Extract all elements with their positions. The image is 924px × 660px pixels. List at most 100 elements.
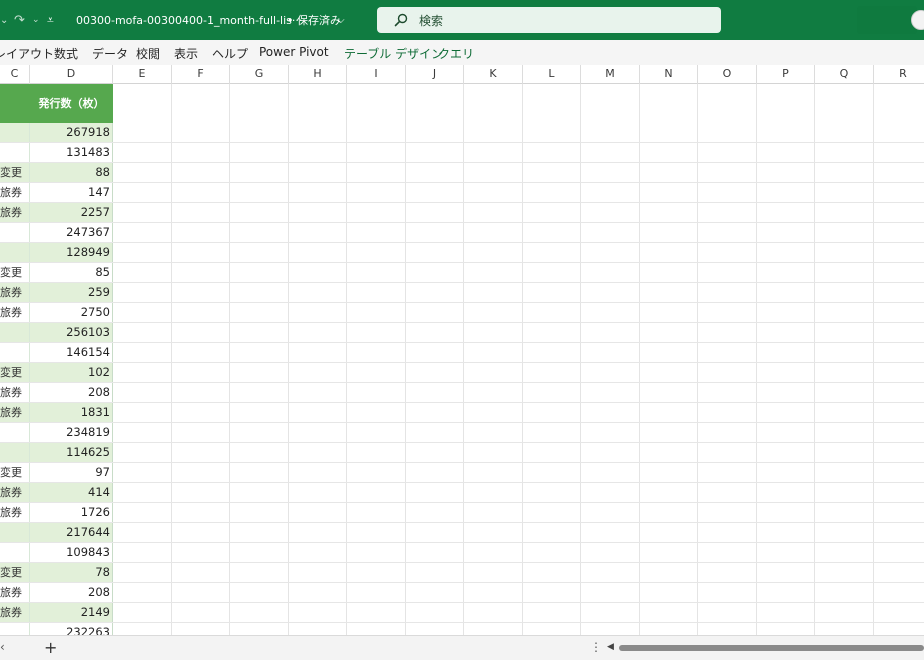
header-cell-issued-count[interactable]: 発行数（枚） xyxy=(30,84,113,123)
undo-dropdown-chevron-icon[interactable]: ⌄ xyxy=(0,0,12,40)
cell-c[interactable]: 変更 xyxy=(0,263,30,282)
cell-c[interactable]: 旅券 xyxy=(0,503,30,522)
tab-review[interactable]: 校閲 xyxy=(136,45,160,62)
cell-c[interactable]: 旅券 xyxy=(0,383,30,402)
add-sheet-button[interactable]: + xyxy=(44,638,60,657)
cell-d[interactable]: 102 xyxy=(30,363,113,382)
cell-d[interactable]: 147 xyxy=(30,183,113,202)
cell-d[interactable]: 2750 xyxy=(30,303,113,322)
column-header-e[interactable]: E xyxy=(113,65,172,84)
column-header-j[interactable]: J xyxy=(406,65,464,84)
titlebar-action-button[interactable] xyxy=(857,6,917,34)
cell-c[interactable] xyxy=(0,143,30,162)
cell-d[interactable]: 1726 xyxy=(30,503,113,522)
cell-c[interactable] xyxy=(0,223,30,242)
column-header-l[interactable]: L xyxy=(523,65,581,84)
more-options-icon[interactable]: ⋮ xyxy=(590,640,602,654)
tab-page-layout[interactable]: レイアウト xyxy=(0,45,54,62)
cell-d[interactable]: 232263 xyxy=(30,623,113,635)
quick-access-customize-icon[interactable]: ⩡ xyxy=(47,0,61,40)
cell-d[interactable]: 146154 xyxy=(30,343,113,362)
column-header-r[interactable]: R xyxy=(874,65,924,84)
cell-c[interactable]: 旅券 xyxy=(0,603,30,622)
cell-d[interactable]: 259 xyxy=(30,283,113,302)
cell-c[interactable]: 旅券 xyxy=(0,203,30,222)
column-header-o[interactable]: O xyxy=(698,65,757,84)
search-input[interactable]: 検索 xyxy=(377,7,721,33)
cell-d[interactable]: 78 xyxy=(30,563,113,582)
cell-c[interactable]: 変更 xyxy=(0,363,30,382)
cell-d[interactable]: 88 xyxy=(30,163,113,182)
cell-c[interactable] xyxy=(0,543,30,562)
column-header-h[interactable]: H xyxy=(289,65,347,84)
tab-formulas[interactable]: 数式 xyxy=(54,45,78,62)
cell-d[interactable]: 128949 xyxy=(30,243,113,262)
tab-data[interactable]: データ xyxy=(92,45,128,62)
cell-c[interactable] xyxy=(0,423,30,442)
save-status-chevron-icon[interactable]: ⌵ xyxy=(337,0,345,40)
tab-query[interactable]: クエリ xyxy=(438,45,474,62)
cell-c[interactable]: 変更 xyxy=(0,463,30,482)
cell-d[interactable]: 2257 xyxy=(30,203,113,222)
sheet-scroll-left-icon[interactable]: ‹ xyxy=(0,640,5,654)
cell-c[interactable]: 旅券 xyxy=(0,283,30,302)
table-row: 146154 xyxy=(0,343,924,363)
column-header-f[interactable]: F xyxy=(172,65,230,84)
redo-dropdown-chevron-icon[interactable]: ⌄ xyxy=(32,0,42,40)
cell-c[interactable] xyxy=(0,243,30,262)
cell-d[interactable]: 208 xyxy=(30,583,113,602)
cell-d[interactable]: 217644 xyxy=(30,523,113,542)
cell-d[interactable]: 1831 xyxy=(30,403,113,422)
cell-d[interactable]: 2149 xyxy=(30,603,113,622)
cell-c[interactable]: 変更 xyxy=(0,163,30,182)
table-row: 234819 xyxy=(0,423,924,443)
cell-c[interactable]: 旅券 xyxy=(0,183,30,202)
column-header-p[interactable]: P xyxy=(757,65,815,84)
column-header-n[interactable]: N xyxy=(640,65,698,84)
document-title[interactable]: 00300-mofa-00300400-1_month-full-lis··· xyxy=(76,0,302,40)
column-header-g[interactable]: G xyxy=(230,65,289,84)
cell-c[interactable] xyxy=(0,343,30,362)
cell-d[interactable]: 85 xyxy=(30,263,113,282)
cell-c[interactable]: 旅券 xyxy=(0,403,30,422)
table-row: 旅券 1831 xyxy=(0,403,924,423)
cell-d[interactable]: 414 xyxy=(30,483,113,502)
cell-c[interactable]: 変更 xyxy=(0,563,30,582)
cell-c[interactable]: 旅券 xyxy=(0,483,30,502)
scroll-left-arrow-icon[interactable]: ◀ xyxy=(607,642,614,652)
cell-c[interactable] xyxy=(0,323,30,342)
cell-d[interactable]: 234819 xyxy=(30,423,113,442)
table-row: 128949 xyxy=(0,243,924,263)
cell-c[interactable] xyxy=(0,443,30,462)
tab-help[interactable]: ヘルプ xyxy=(212,45,248,62)
table-header-row[interactable]: 発行数（枚） xyxy=(0,84,113,123)
cell-d[interactable]: 247367 xyxy=(30,223,113,242)
cell-c[interactable]: 旅券 xyxy=(0,303,30,322)
cell-d[interactable]: 267918 xyxy=(30,123,113,142)
column-header-i[interactable]: I xyxy=(347,65,406,84)
cell-d[interactable]: 97 xyxy=(30,463,113,482)
horizontal-scrollbar-thumb[interactable] xyxy=(619,645,924,651)
redo-icon[interactable]: ↷ xyxy=(14,0,34,40)
tab-view[interactable]: 表示 xyxy=(174,45,198,62)
column-header-k[interactable]: K xyxy=(464,65,523,84)
header-cell-c[interactable] xyxy=(0,84,30,123)
column-header-q[interactable]: Q xyxy=(815,65,874,84)
column-header-m[interactable]: M xyxy=(581,65,640,84)
tab-power-pivot[interactable]: Power Pivot xyxy=(259,45,329,59)
cell-d[interactable]: 114625 xyxy=(30,443,113,462)
tab-table-design[interactable]: テーブル デザイン xyxy=(344,45,443,62)
column-header-d[interactable]: D xyxy=(30,65,113,84)
cell-c[interactable]: 旅券 xyxy=(0,583,30,602)
avatar[interactable] xyxy=(911,10,924,30)
save-status[interactable]: • 保存済み xyxy=(287,0,341,40)
cell-c[interactable] xyxy=(0,623,30,635)
cell-d[interactable]: 131483 xyxy=(30,143,113,162)
column-header-c[interactable]: C xyxy=(0,65,30,84)
worksheet-grid[interactable]: CDEFGHIJKLMNOPQR 267918 131483 変更 88 旅券 147 旅券… xyxy=(0,65,924,635)
cell-d[interactable]: 256103 xyxy=(30,323,113,342)
cell-d[interactable]: 208 xyxy=(30,383,113,402)
cell-c[interactable] xyxy=(0,123,30,142)
cell-d[interactable]: 109843 xyxy=(30,543,113,562)
cell-c[interactable] xyxy=(0,523,30,542)
